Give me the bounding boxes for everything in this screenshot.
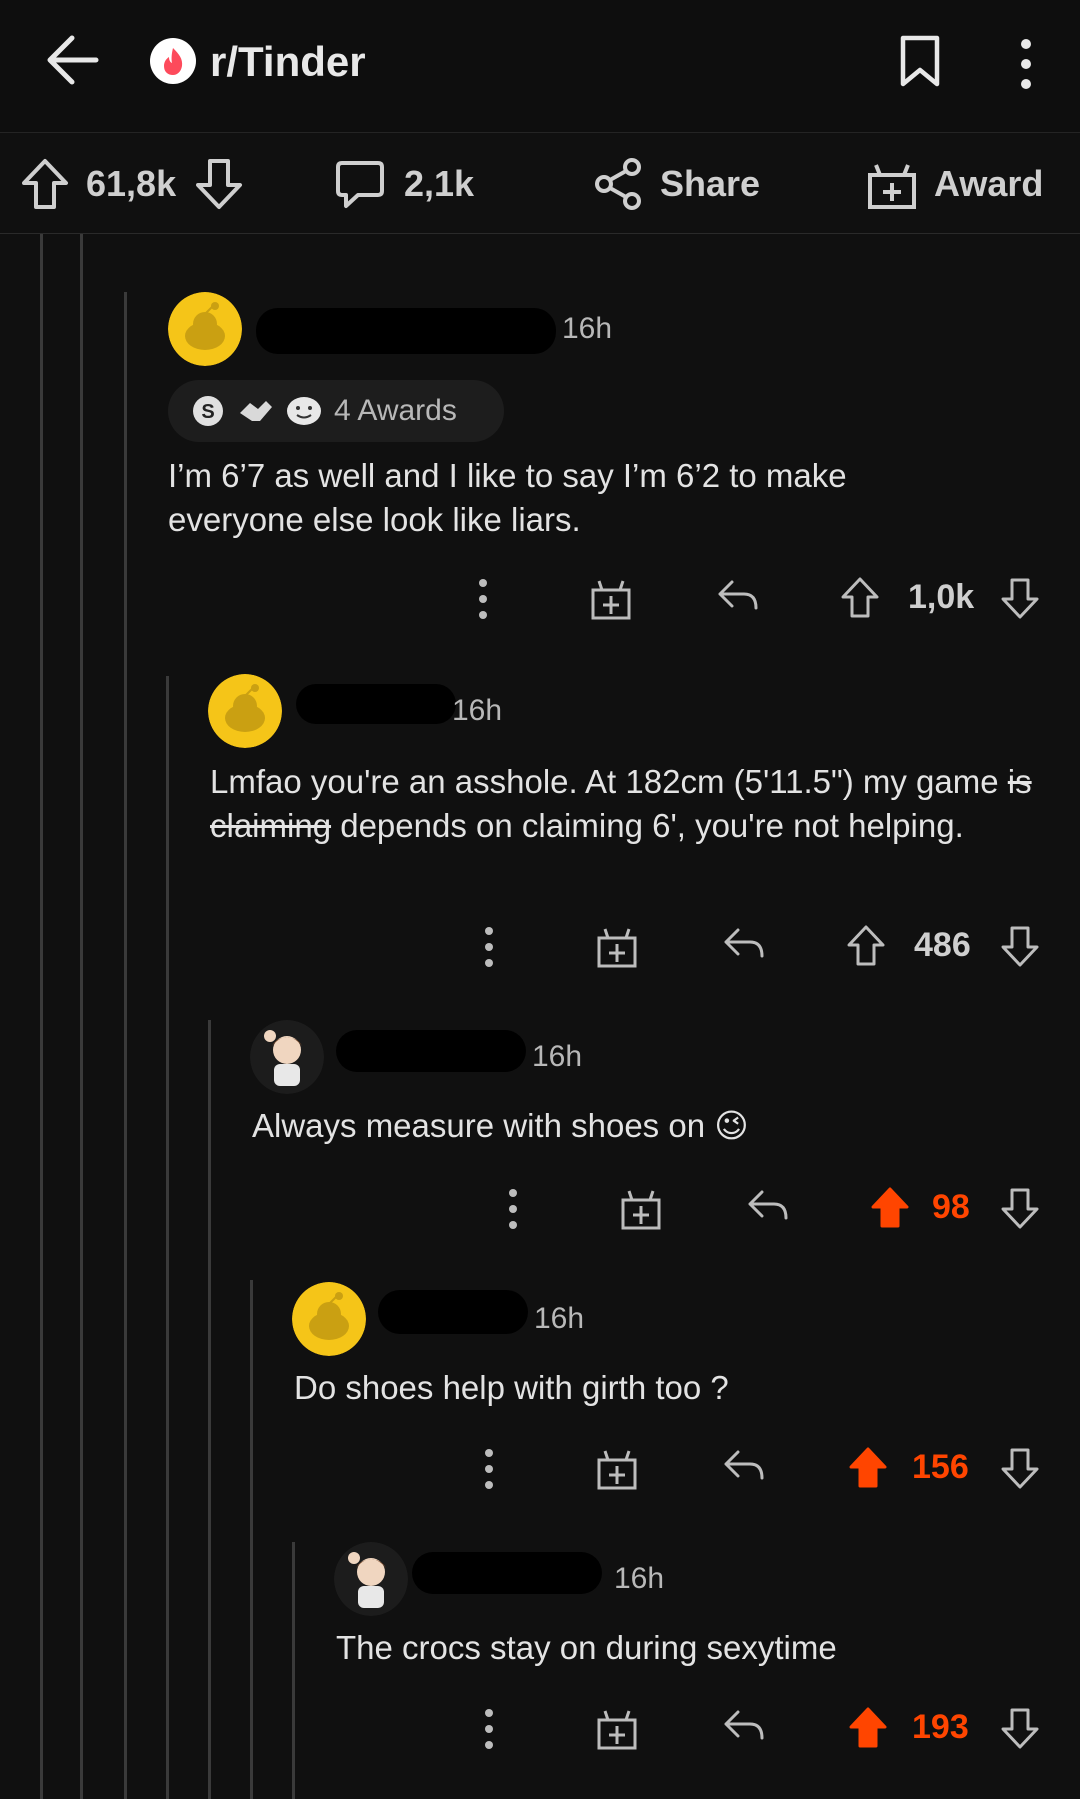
snoo-avatar[interactable] — [168, 292, 242, 366]
comment-score: 98 — [932, 1188, 970, 1226]
comment-score: 486 — [914, 926, 971, 964]
more-options-icon[interactable] — [482, 1446, 496, 1492]
award-button[interactable]: Award — [866, 157, 1043, 211]
back-arrow-icon[interactable] — [44, 30, 100, 90]
upvote-arrow-icon[interactable] — [846, 924, 886, 968]
thread-line[interactable] — [124, 292, 127, 1799]
comment-time: 16h — [452, 694, 503, 727]
thread-line[interactable] — [40, 234, 43, 1799]
upvote-arrow-icon[interactable] — [840, 576, 880, 620]
comment-bubble-icon — [336, 161, 384, 208]
comment-time: 16h — [532, 1040, 583, 1073]
svg-text:S: S — [201, 401, 214, 423]
reply-icon[interactable] — [722, 1446, 766, 1486]
post-vote-group: 61,8k — [20, 157, 244, 211]
awards-badge[interactable]: S 4 Awards — [168, 380, 504, 442]
comment-actions: 156 — [466, 1440, 1056, 1500]
upvote-arrow-filled-icon[interactable] — [848, 1446, 888, 1490]
comment-actions: 98 — [490, 1180, 1060, 1240]
comment-actions: 486 — [466, 918, 1056, 978]
thread-line[interactable] — [250, 1280, 253, 1799]
downvote-arrow-icon[interactable] — [1000, 1446, 1040, 1490]
comment-body: Always measure with shoes on 😉 — [252, 1107, 749, 1144]
comment-time: 16h — [534, 1302, 585, 1335]
award-gift-icon[interactable] — [596, 1446, 638, 1492]
comment-body: Lmfao you're an asshole. At 182cm (5'11.… — [210, 760, 1060, 848]
comment-body: Do shoes help with girth too ? — [294, 1369, 729, 1406]
comment-time: 16h — [614, 1562, 665, 1595]
reply-icon[interactable] — [746, 1186, 790, 1226]
snoo-avatar[interactable] — [208, 674, 282, 748]
upvote-arrow-icon[interactable] — [20, 157, 70, 211]
share-button[interactable]: Share — [592, 157, 760, 211]
award-label: Award — [934, 163, 1044, 204]
award-coin-icon: S — [193, 396, 223, 426]
comment-actions: 193 — [466, 1700, 1056, 1760]
snoo-avatar[interactable] — [292, 1282, 366, 1356]
comment-body-part: Lmfao you're an asshole. At 182cm (5'11.… — [210, 763, 1008, 800]
downvote-arrow-icon[interactable] — [1000, 924, 1040, 968]
award-gift-icon[interactable] — [590, 576, 632, 622]
post-score: 61,8k — [86, 163, 177, 204]
redacted-username — [256, 308, 556, 354]
awards-count: 4 Awards — [334, 394, 457, 427]
upvote-arrow-filled-icon[interactable] — [870, 1186, 910, 1230]
comments-button[interactable]: 2,1k — [334, 157, 474, 211]
comment-score: 156 — [912, 1448, 969, 1486]
reply-icon[interactable] — [716, 576, 760, 616]
redacted-username — [412, 1552, 602, 1594]
thread-line[interactable] — [292, 1542, 295, 1799]
downvote-arrow-icon[interactable] — [1000, 1186, 1040, 1230]
comment-body: The crocs stay on during sexytime — [336, 1629, 837, 1666]
character-avatar[interactable] — [334, 1542, 408, 1616]
character-avatar[interactable] — [250, 1020, 324, 1094]
subreddit-title[interactable]: r/Tinder — [210, 38, 366, 86]
more-options-icon[interactable] — [506, 1186, 520, 1232]
reply-icon[interactable] — [722, 1706, 766, 1746]
more-options-icon[interactable] — [476, 576, 490, 622]
share-icon — [595, 158, 641, 210]
reply-icon[interactable] — [722, 924, 766, 964]
comment-actions: 1,0k — [460, 570, 1050, 630]
post-action-bar: 61,8k 2,1k Share Award — [0, 133, 1080, 234]
handshake-award-icon — [240, 401, 272, 421]
downvote-arrow-icon[interactable] — [1000, 576, 1040, 620]
comment-score: 1,0k — [908, 578, 975, 616]
thread-line[interactable] — [166, 676, 169, 1799]
more-options-icon[interactable] — [482, 924, 496, 970]
gift-award-icon — [868, 164, 916, 209]
redacted-username — [378, 1290, 528, 1334]
comment-score: 193 — [912, 1708, 969, 1746]
comment-count: 2,1k — [404, 163, 475, 204]
top-app-bar: r/Tinder — [0, 0, 1080, 133]
award-gift-icon[interactable] — [596, 1706, 638, 1752]
comment-body-part: depends on claiming 6', you're not helpi… — [331, 807, 964, 844]
wholesome-award-icon — [287, 397, 321, 425]
redacted-username — [336, 1030, 526, 1072]
award-gift-icon[interactable] — [596, 924, 638, 970]
thread-line[interactable] — [80, 234, 83, 1799]
redacted-username — [296, 684, 456, 724]
bookmark-icon[interactable] — [898, 34, 942, 88]
award-gift-icon[interactable] — [620, 1186, 662, 1232]
downvote-arrow-icon[interactable] — [194, 157, 244, 211]
downvote-arrow-icon[interactable] — [1000, 1706, 1040, 1750]
more-vertical-icon[interactable] — [1012, 36, 1040, 92]
comment-time: 16h — [562, 312, 613, 345]
share-label: Share — [660, 163, 761, 204]
thread-line[interactable] — [208, 1020, 211, 1799]
comment-body: I’m 6’7 as well and I like to say I’m 6’… — [168, 457, 847, 538]
more-options-icon[interactable] — [482, 1706, 496, 1752]
upvote-arrow-filled-icon[interactable] — [848, 1706, 888, 1750]
tinder-logo-icon[interactable] — [148, 36, 198, 86]
